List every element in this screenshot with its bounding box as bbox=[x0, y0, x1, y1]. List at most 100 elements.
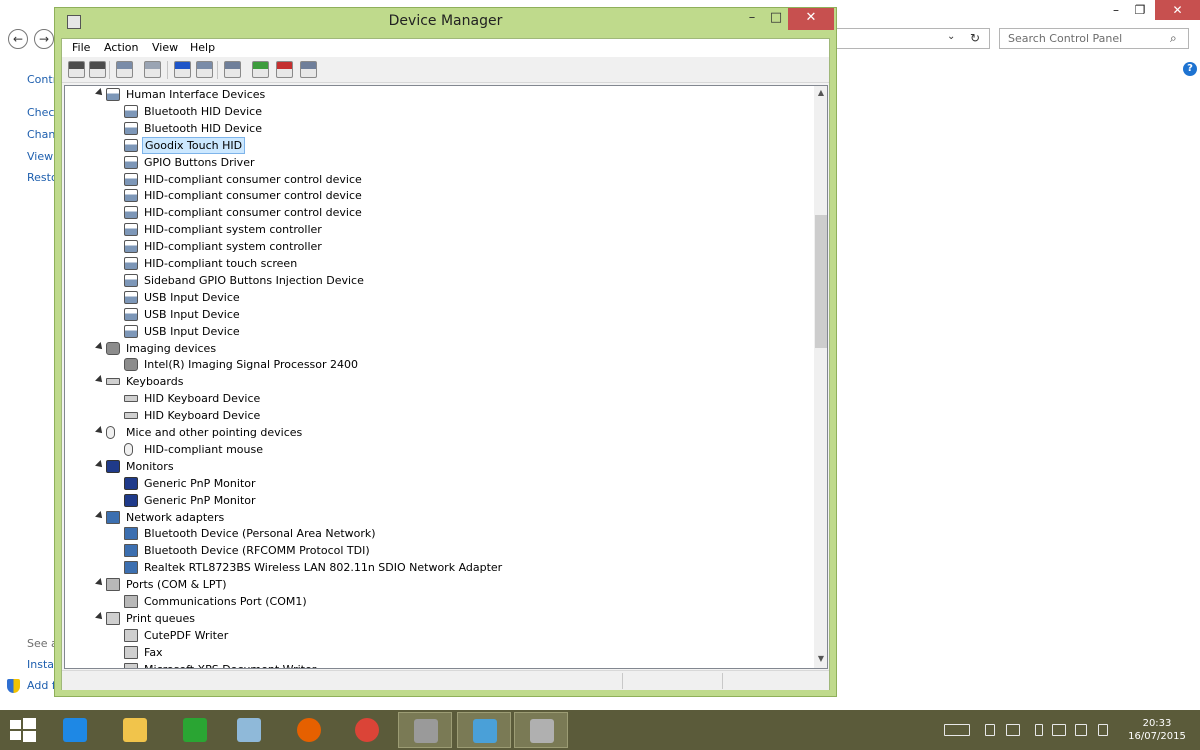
forward-arrow-icon[interactable]: → bbox=[34, 29, 54, 49]
taskbar-button[interactable] bbox=[457, 712, 511, 748]
device-manager-titlebar[interactable]: Device Manager – □ ✕ bbox=[55, 8, 836, 38]
properties-icon[interactable] bbox=[144, 61, 161, 78]
help-icon[interactable] bbox=[174, 61, 191, 78]
tree-device[interactable]: HID-compliant consumer control device bbox=[65, 204, 813, 221]
network-icon[interactable] bbox=[1006, 724, 1020, 736]
tree-category[interactable]: Monitors bbox=[65, 458, 813, 475]
taskbar-button[interactable] bbox=[48, 712, 102, 748]
sidebar-link[interactable]: Contr bbox=[27, 73, 57, 86]
expand-collapse-icon[interactable] bbox=[95, 341, 105, 352]
tree-device[interactable]: HID-compliant mouse bbox=[65, 441, 813, 458]
device-manager-client: File Action View Help Human Interface De… bbox=[61, 38, 830, 690]
tree-device[interactable]: HID Keyboard Device bbox=[65, 407, 813, 424]
menu-view[interactable]: View bbox=[152, 41, 178, 54]
taskbar-button[interactable] bbox=[514, 712, 568, 748]
tree-device[interactable]: HID Keyboard Device bbox=[65, 390, 813, 407]
taskbar-button[interactable] bbox=[222, 712, 276, 748]
tree-device[interactable]: Bluetooth HID Device bbox=[65, 103, 813, 120]
tree-device[interactable]: Generic PnP Monitor bbox=[65, 492, 813, 509]
taskbar-button[interactable] bbox=[398, 712, 452, 748]
tree-device[interactable]: Sideband GPIO Buttons Injection Device bbox=[65, 272, 813, 289]
tree-device[interactable]: Fax bbox=[65, 644, 813, 661]
volume-icon[interactable] bbox=[1075, 724, 1087, 736]
scroll-down-icon[interactable]: ▼ bbox=[816, 654, 826, 663]
tree-category[interactable]: Mice and other pointing devices bbox=[65, 424, 813, 441]
flag-icon[interactable] bbox=[1098, 724, 1108, 736]
keyboard-icon[interactable] bbox=[944, 724, 970, 736]
expand-collapse-icon[interactable] bbox=[95, 88, 105, 98]
forward-icon[interactable] bbox=[89, 61, 106, 78]
tree-device[interactable]: Microsoft XPS Document Writer bbox=[65, 661, 813, 668]
chevron-down-icon[interactable]: ⌄ bbox=[947, 31, 955, 42]
back-arrow-icon[interactable]: ← bbox=[8, 29, 28, 49]
tree-item-label: Print queues bbox=[126, 611, 195, 625]
tree-device[interactable]: Generic PnP Monitor bbox=[65, 475, 813, 492]
battery-icon[interactable] bbox=[1035, 724, 1043, 736]
tree-device[interactable]: Bluetooth Device (Personal Area Network) bbox=[65, 525, 813, 542]
tree-category[interactable]: Network adapters bbox=[65, 509, 813, 526]
tree-category[interactable]: Human Interface Devices bbox=[65, 86, 813, 103]
tree-category[interactable]: Keyboards bbox=[65, 373, 813, 390]
menu-file[interactable]: File bbox=[72, 41, 90, 54]
tree-category[interactable]: Print queues bbox=[65, 610, 813, 627]
address-bar[interactable]: ⌄ ↻ bbox=[836, 28, 990, 49]
tree-device[interactable]: Realtek RTL8723BS Wireless LAN 802.11n S… bbox=[65, 559, 813, 576]
taskbar-button[interactable] bbox=[108, 712, 162, 748]
tree-device[interactable]: Communications Port (COM1) bbox=[65, 593, 813, 610]
tree-device[interactable]: Goodix Touch HID bbox=[65, 136, 813, 154]
windows-start-icon[interactable] bbox=[10, 718, 36, 742]
tree-device[interactable]: CutePDF Writer bbox=[65, 627, 813, 644]
close-button[interactable]: ✕ bbox=[788, 8, 834, 30]
taskbar-button[interactable] bbox=[282, 712, 336, 748]
clock[interactable]: 20:33 16/07/2015 bbox=[1122, 717, 1192, 743]
taskbar-button[interactable] bbox=[168, 712, 222, 748]
disable-icon[interactable] bbox=[300, 61, 317, 78]
sidebar-link[interactable]: Chan bbox=[27, 128, 55, 141]
tree-device[interactable]: Intel(R) Imaging Signal Processor 2400 bbox=[65, 356, 813, 373]
search-input[interactable]: Search Control Panel ⌕ bbox=[999, 28, 1189, 49]
tree-device[interactable]: USB Input Device bbox=[65, 323, 813, 340]
scroll-up-icon[interactable]: ▲ bbox=[816, 88, 826, 97]
tree-device[interactable]: HID-compliant system controller bbox=[65, 221, 813, 238]
search-icon[interactable]: ⌕ bbox=[1170, 31, 1177, 46]
vertical-scrollbar[interactable]: ▲ ▼ bbox=[814, 86, 827, 668]
menu-action[interactable]: Action bbox=[104, 41, 138, 54]
uninstall-icon[interactable] bbox=[276, 61, 293, 78]
expand-collapse-icon[interactable] bbox=[95, 578, 105, 589]
tree-device[interactable]: Bluetooth HID Device bbox=[65, 120, 813, 137]
refresh-icon[interactable]: ↻ bbox=[970, 31, 980, 45]
bg-close-button[interactable]: ✕ bbox=[1155, 0, 1200, 20]
sidebar-link[interactable]: View bbox=[27, 150, 53, 163]
action-pane-icon[interactable] bbox=[196, 61, 213, 78]
tree-device[interactable]: GPIO Buttons Driver bbox=[65, 154, 813, 171]
tree-category[interactable]: Imaging devices bbox=[65, 340, 813, 357]
tree-device[interactable]: Bluetooth Device (RFCOMM Protocol TDI) bbox=[65, 542, 813, 559]
tree-device[interactable]: USB Input Device bbox=[65, 306, 813, 323]
bottom-link[interactable]: Instal bbox=[27, 658, 57, 671]
bg-restore-button[interactable]: ❐ bbox=[1120, 0, 1160, 20]
tree-device[interactable]: HID-compliant consumer control device bbox=[65, 171, 813, 188]
tree-device[interactable]: HID-compliant system controller bbox=[65, 238, 813, 255]
tree-device[interactable]: HID-compliant touch screen bbox=[65, 255, 813, 272]
show-hide-console-tree-icon[interactable] bbox=[116, 61, 133, 78]
scrollbar-thumb[interactable] bbox=[815, 215, 827, 348]
expand-collapse-icon[interactable] bbox=[95, 459, 105, 470]
expand-collapse-icon[interactable] bbox=[95, 611, 105, 622]
expand-collapse-icon[interactable] bbox=[95, 426, 105, 436]
back-icon[interactable] bbox=[68, 61, 85, 78]
tree-device[interactable]: HID-compliant consumer control device bbox=[65, 187, 813, 204]
menu-help[interactable]: Help bbox=[190, 41, 215, 54]
expand-collapse-icon[interactable] bbox=[95, 510, 105, 521]
signal-icon[interactable] bbox=[1052, 724, 1066, 736]
scan-hardware-icon[interactable] bbox=[224, 61, 241, 78]
maximize-button[interactable]: □ bbox=[762, 8, 790, 30]
expand-collapse-icon[interactable] bbox=[95, 375, 105, 386]
taskbar-button[interactable] bbox=[340, 712, 394, 748]
bluetooth-icon[interactable] bbox=[985, 724, 995, 736]
help-icon[interactable]: ? bbox=[1183, 62, 1197, 76]
tree-device[interactable]: USB Input Device bbox=[65, 289, 813, 306]
device-tree[interactable]: Human Interface Devices Bluetooth HID Dev… bbox=[64, 85, 828, 669]
bottom-link[interactable]: Add f bbox=[27, 679, 56, 692]
update-driver-icon[interactable] bbox=[252, 61, 269, 78]
tree-category[interactable]: Ports (COM & LPT) bbox=[65, 576, 813, 593]
